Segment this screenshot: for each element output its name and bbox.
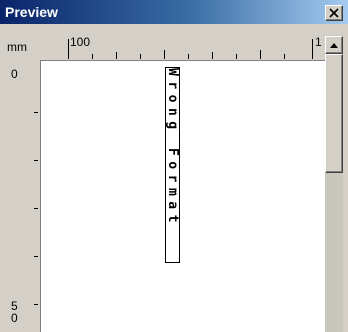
vruler-tick (34, 160, 38, 161)
vruler-tick (34, 256, 38, 257)
window-title: Preview (5, 4, 58, 20)
preview-page: Wrong Format (40, 60, 325, 332)
arrow-up-icon (330, 43, 338, 48)
vertical-ruler: 0 5 0 (8, 62, 38, 332)
scroll-up-button[interactable] (325, 36, 343, 54)
ruler-minor-tick (116, 52, 117, 59)
ruler-minor-tick (212, 52, 213, 59)
ruler-label-end: 1 (315, 35, 322, 49)
ruler-minor-tick (236, 54, 237, 59)
close-button[interactable] (325, 5, 343, 21)
ruler-major-tick (312, 39, 313, 59)
ruler-mid-tick (260, 50, 261, 59)
horizontal-ruler: 100 1 (40, 35, 325, 59)
ruler-units-label: mm (7, 40, 27, 54)
scroll-thumb[interactable] (325, 54, 343, 173)
ruler-minor-tick (284, 54, 285, 59)
ruler-minor-tick (188, 54, 189, 59)
vruler-tick (34, 112, 38, 113)
ruler-major-tick (68, 39, 69, 59)
vruler-tick (34, 304, 38, 305)
title-bar[interactable]: Preview (0, 0, 348, 24)
vruler-tick (34, 208, 38, 209)
preview-text: Wrong Format (165, 68, 180, 228)
ruler-mid-tick (164, 50, 165, 59)
ruler-label-100: 100 (70, 35, 91, 49)
ruler-minor-tick (140, 54, 141, 59)
close-icon (329, 8, 339, 18)
vruler-label-0-bottom: 0 (11, 311, 18, 325)
preview-textbox: Wrong Format (165, 67, 180, 263)
vruler-label-0: 0 (11, 67, 18, 81)
vertical-scrollbar[interactable] (325, 35, 343, 332)
ruler-minor-tick (92, 54, 93, 59)
